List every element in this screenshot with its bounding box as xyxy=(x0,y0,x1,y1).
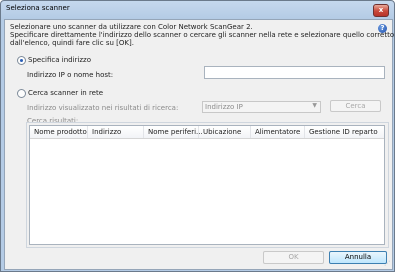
close-icon: x xyxy=(378,6,384,14)
results-list[interactable]: Nome prodotto Indirizzo Nome periferi...… xyxy=(29,125,385,245)
cancel-button-label: Annulla xyxy=(344,253,372,261)
help-icon[interactable]: ? xyxy=(378,24,387,33)
search-button[interactable]: Cerca xyxy=(330,100,381,112)
column-header-power-supply[interactable]: Alimentatore xyxy=(255,128,300,136)
chevron-down-icon: ▼ xyxy=(312,102,317,109)
column-header-product-name[interactable]: Nome prodotto xyxy=(34,128,87,136)
window-title: Seleziona scanner xyxy=(6,4,70,12)
column-separator xyxy=(87,126,88,138)
column-header-dept-id[interactable]: Gestione ID reparto xyxy=(309,128,378,136)
displayed-address-label: Indirizzo visualizzato nei risultati di … xyxy=(27,104,179,112)
dialog-client: Selezionare uno scanner da utilizzare co… xyxy=(4,19,395,270)
column-header-device-name[interactable]: Nome periferi... xyxy=(148,128,203,136)
column-separator xyxy=(250,126,251,138)
column-header-address[interactable]: Indirizzo xyxy=(92,128,121,136)
ip-host-input[interactable] xyxy=(204,66,385,79)
column-separator xyxy=(304,126,305,138)
results-header: Nome prodotto Indirizzo Nome periferi...… xyxy=(30,126,384,139)
ok-button-label: OK xyxy=(288,253,299,261)
intro-line-2: Specificare direttamente l'indirizzo del… xyxy=(10,31,395,39)
column-separator xyxy=(198,126,199,138)
dialog-window: Seleziona scanner x Selezionare uno scan… xyxy=(0,0,395,272)
column-header-location[interactable]: Ubicazione xyxy=(203,128,241,136)
column-separator xyxy=(143,126,144,138)
radio-specify-address[interactable] xyxy=(17,56,26,65)
title-bar[interactable]: Seleziona scanner x xyxy=(1,1,394,19)
intro-line-1: Selezionare uno scanner da utilizzare co… xyxy=(10,23,253,31)
displayed-address-select-value: Indirizzo IP xyxy=(205,103,243,111)
ip-host-label: Indirizzo IP o nome host: xyxy=(27,71,114,79)
resize-grip[interactable]: ⋰ xyxy=(384,260,390,267)
radio-search-network-label[interactable]: Cerca scanner in rete xyxy=(28,89,103,97)
cancel-button[interactable]: Annulla xyxy=(329,251,387,264)
intro-line-3: dall'elenco, quindi fare clic su [OK]. xyxy=(10,39,134,47)
close-button[interactable]: x xyxy=(373,4,389,17)
radio-search-network[interactable] xyxy=(17,89,26,98)
ok-button[interactable]: OK xyxy=(263,251,324,264)
displayed-address-select[interactable]: Indirizzo IP ▼ xyxy=(202,101,321,113)
radio-specify-address-label[interactable]: Specifica indirizzo xyxy=(28,56,91,64)
search-button-label: Cerca xyxy=(345,102,366,110)
